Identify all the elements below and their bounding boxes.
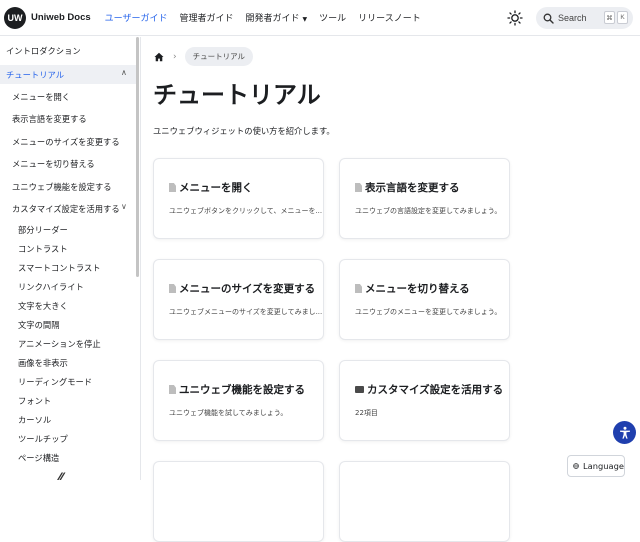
sidebar-item-bigger-text[interactable]: 文字を大きく xyxy=(18,300,68,312)
card-resize-menu[interactable]: メニューのサイズを変更する ユニウェブメニューのサイズを変更してみまし... xyxy=(153,259,324,340)
document-icon xyxy=(355,284,362,293)
accessibility-icon xyxy=(619,426,630,439)
card-title-row: カスタマイズ設定を活用する xyxy=(355,382,503,397)
sidebar-item-tutorial[interactable]: チュートリアル xyxy=(6,69,64,81)
document-icon xyxy=(169,183,176,192)
language-button[interactable]: Language xyxy=(567,455,625,477)
card-open-menu[interactable]: メニューを開く ユニウェブボタンをクリックして、メニューを... xyxy=(153,158,324,239)
sidebar-scrollbar[interactable] xyxy=(136,37,139,277)
sidebar-item-hide-images[interactable]: 画像を非表示 xyxy=(18,357,68,369)
sun-icon[interactable] xyxy=(507,10,523,26)
nav-release-notes[interactable]: リリースノート xyxy=(358,11,421,24)
main-nav: ユーザーガイド 管理者ガイド 開発者ガイド ▼ ツール リリースノート xyxy=(105,11,433,24)
card-title: メニューのサイズを変更する xyxy=(179,283,316,295)
card-description: ユニウェブのメニューを変更してみましょう。 xyxy=(355,308,502,316)
card-partial[interactable] xyxy=(339,461,510,542)
card-title: カスタマイズ設定を活用する xyxy=(367,384,504,396)
sidebar-item-reading-guide[interactable]: 部分リーダー xyxy=(18,224,68,236)
sidebar-item-introduction[interactable]: イントロダクション xyxy=(6,45,81,57)
chevron-right-icon: › xyxy=(173,51,177,62)
main-content: › チュートリアル チュートリアル ユニウェブウィジェットの使い方を紹介します。… xyxy=(142,37,640,542)
sidebar-item-reading-mode[interactable]: リーディングモード xyxy=(18,376,92,388)
sidebar-item-open-menu[interactable]: メニューを開く xyxy=(12,91,70,103)
card-description: ユニウェブの言語設定を変更してみましょう。 xyxy=(355,207,502,215)
sidebar-item-tooltip[interactable]: ツールチップ xyxy=(18,433,68,445)
sidebar-item-text-spacing[interactable]: 文字の間隔 xyxy=(18,319,60,331)
accessibility-widget-button[interactable] xyxy=(613,421,636,444)
caret-down-icon: ▼ xyxy=(302,16,308,23)
card-partial[interactable] xyxy=(153,461,324,542)
home-icon[interactable] xyxy=(153,51,165,63)
document-icon xyxy=(169,385,176,394)
sidebar-item-change-language[interactable]: 表示言語を変更する xyxy=(12,113,87,125)
nav-admin-guide[interactable]: 管理者ガイド xyxy=(179,11,233,24)
card-title: メニューを開く xyxy=(179,182,253,194)
partial-logo-icon: ⁄⁄ xyxy=(58,471,63,480)
card-description: ユニウェブメニューのサイズを変更してみまし... xyxy=(169,308,323,316)
search-button[interactable]: Search ⌘ K xyxy=(536,7,633,29)
card-configure-features[interactable]: ユニウェブ機能を設定する ユニウェブ機能を試してみましょう。 xyxy=(153,360,324,441)
card-customize-settings[interactable]: カスタマイズ設定を活用する 22項目 xyxy=(339,360,510,441)
sidebar-item-resize-menu[interactable]: メニューのサイズを変更する xyxy=(12,136,120,148)
card-switch-menu[interactable]: メニューを切り替える ユニウェブのメニューを変更してみましょう。 xyxy=(339,259,510,340)
card-title-row: ユニウェブ機能を設定する xyxy=(169,382,305,397)
sidebar-item-cursor[interactable]: カーソル xyxy=(18,414,51,426)
chevron-up-icon[interactable]: ∧ xyxy=(121,68,127,77)
sidebar-item-link-highlight[interactable]: リンクハイライト xyxy=(18,281,84,293)
sidebar-item-customize-settings[interactable]: カスタマイズ設定を活用する xyxy=(12,203,120,215)
globe-icon xyxy=(573,463,579,469)
breadcrumb-current: チュートリアル xyxy=(184,47,254,66)
uniweb-logo-icon: UW xyxy=(4,6,26,29)
card-description: 22項目 xyxy=(355,409,378,417)
sidebar-item-configure-features[interactable]: ユニウェブ機能を設定する xyxy=(12,181,112,193)
brand-name: Uniweb Docs xyxy=(31,12,91,23)
sidebar-item-stop-animation[interactable]: アニメーションを停止 xyxy=(18,338,101,350)
logo-link[interactable]: UW Uniweb Docs xyxy=(4,6,91,29)
card-description: ユニウェブ機能を試してみましょう。 xyxy=(169,409,288,417)
card-change-language[interactable]: 表示言語を変更する ユニウェブの言語設定を変更してみましょう。 xyxy=(339,158,510,239)
search-label: Search xyxy=(558,13,587,23)
card-title: メニューを切り替える xyxy=(365,283,470,295)
sidebar: イントロダクション チュートリアル ∧ メニューを開く 表示言語を変更する メニ… xyxy=(0,37,141,480)
k-key: K xyxy=(617,11,628,24)
chevron-down-icon[interactable]: ∨ xyxy=(121,202,127,211)
language-label: Language xyxy=(583,461,624,471)
folder-icon xyxy=(355,386,364,393)
sidebar-item-font[interactable]: フォント xyxy=(18,395,51,407)
card-title-row: メニューを開く xyxy=(169,180,253,195)
card-title-row: 表示言語を変更する xyxy=(355,180,460,195)
nav-user-guide[interactable]: ユーザーガイド xyxy=(105,11,168,24)
card-title-row: メニューを切り替える xyxy=(355,281,470,296)
sidebar-item-smart-contrast[interactable]: スマートコントラスト xyxy=(18,262,101,274)
card-title-row: メニューのサイズを変更する xyxy=(169,281,315,296)
sidebar-item-contrast[interactable]: コントラスト xyxy=(18,243,68,255)
top-navbar: UW Uniweb Docs ユーザーガイド 管理者ガイド 開発者ガイド ▼ ツー… xyxy=(0,0,640,36)
search-icon xyxy=(543,13,554,24)
card-description: ユニウェブボタンをクリックして、メニューを... xyxy=(169,207,323,215)
page-title: チュートリアル xyxy=(153,81,321,109)
card-title: ユニウェブ機能を設定する xyxy=(179,384,305,396)
search-shortcut: ⌘ K xyxy=(602,11,628,24)
page-subtitle: ユニウェブウィジェットの使い方を紹介します。 xyxy=(153,126,335,136)
nav-developer-guide[interactable]: 開発者ガイド ▼ xyxy=(246,11,308,24)
nav-developer-guide-label: 開発者ガイド xyxy=(245,14,300,24)
card-title: 表示言語を変更する xyxy=(365,182,460,194)
sidebar-item-page-structure[interactable]: ページ構造 xyxy=(18,452,59,464)
nav-tools[interactable]: ツール xyxy=(319,11,346,24)
breadcrumb: › チュートリアル xyxy=(153,47,254,66)
document-icon xyxy=(355,183,362,192)
sidebar-item-switch-menu[interactable]: メニューを切り替える xyxy=(12,158,95,170)
document-icon xyxy=(169,284,176,293)
command-key: ⌘ xyxy=(604,11,615,24)
